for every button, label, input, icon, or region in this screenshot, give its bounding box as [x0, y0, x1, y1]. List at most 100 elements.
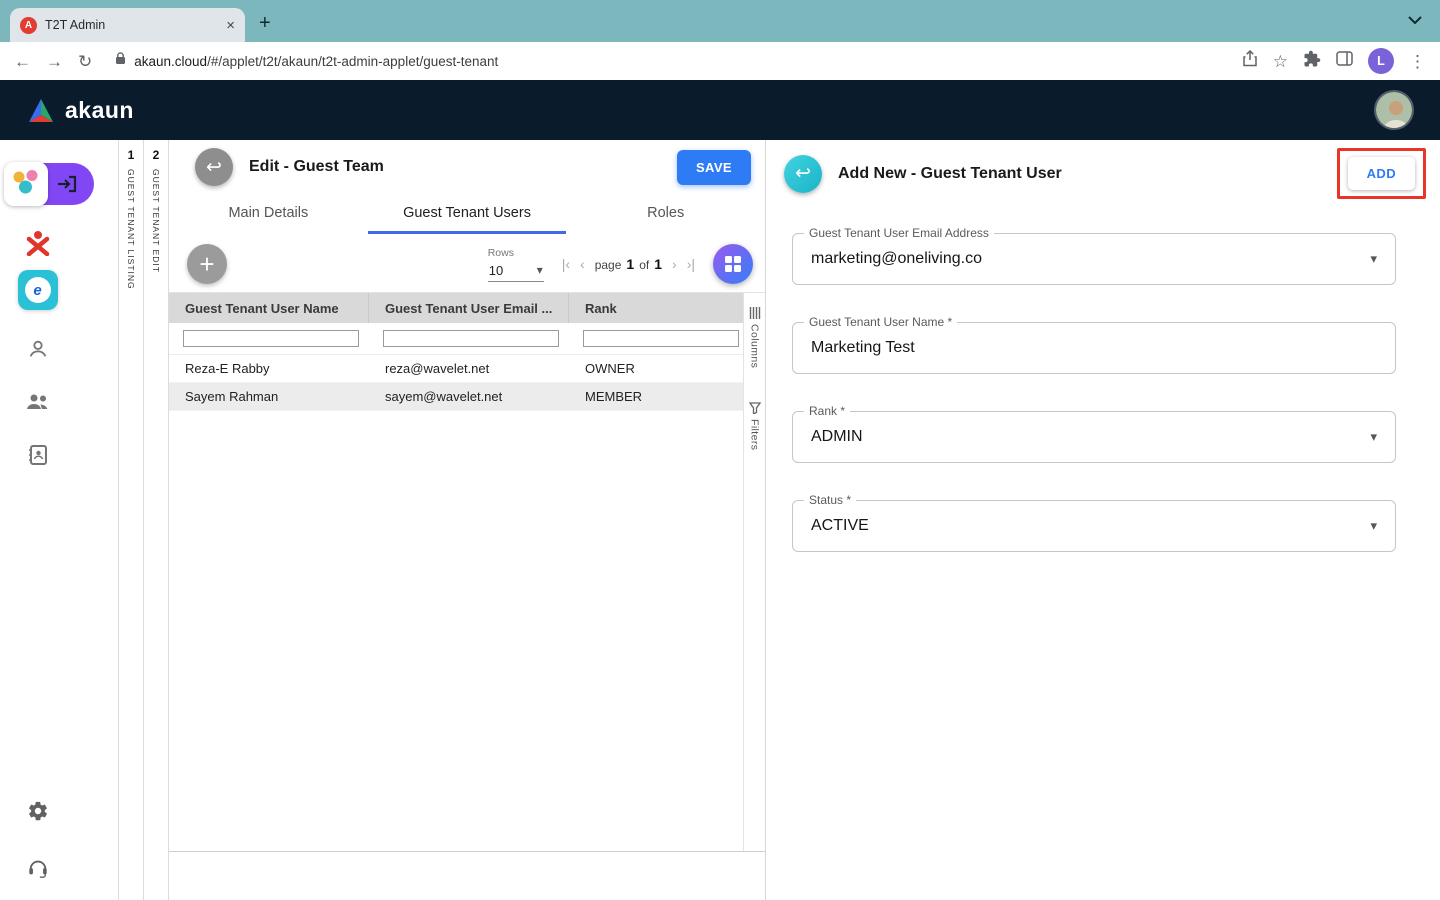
app-sidebar: e	[0, 140, 75, 900]
panel-title: Add New - Guest Tenant User	[838, 165, 1062, 183]
browser-profile-avatar[interactable]: L	[1368, 48, 1394, 74]
columns-icon	[749, 307, 761, 319]
filters-tool[interactable]: Filters	[749, 402, 761, 450]
bookmark-star-icon[interactable]: ☆	[1273, 53, 1288, 70]
field-label: Guest Tenant User Email Address	[804, 226, 994, 240]
url-path: /#/applet/t2t/akaun/t2t-admin-applet/gue…	[207, 54, 498, 69]
table-row[interactable]: Reza-E Rabby reza@wavelet.net OWNER	[169, 355, 743, 383]
workspace-tab-label: GUEST TENANT LISTING	[126, 169, 136, 290]
back-button[interactable]: ↩	[784, 155, 822, 193]
tab-guest-tenant-users[interactable]: Guest Tenant Users	[368, 196, 567, 234]
chevron-down-icon[interactable]: ▾	[1370, 429, 1377, 445]
rows-label: Rows	[488, 247, 544, 259]
book-icon	[28, 444, 48, 466]
tab-main-details[interactable]: Main Details	[169, 196, 368, 234]
cell-user-email: reza@wavelet.net	[369, 361, 569, 376]
user-name-field[interactable]: Guest Tenant User Name * Marketing Test	[792, 322, 1396, 374]
browser-tab-strip: A T2T Admin × +	[0, 0, 1440, 42]
status-field[interactable]: Status * ACTIVE ▾	[792, 500, 1396, 552]
sidebar-item-ledger[interactable]	[28, 444, 48, 466]
cell-user-rank: OWNER	[569, 361, 743, 376]
next-page-button[interactable]: ›	[672, 256, 677, 272]
field-label: Guest Tenant User Name *	[804, 315, 957, 329]
workspace-tab-number: 2	[153, 148, 160, 162]
panel-title: Edit - Guest Team	[249, 158, 384, 176]
add-guest-tenant-user-panel: ↩ Add New - Guest Tenant User ADD Guest …	[766, 140, 1440, 900]
chevron-down-icon[interactable]: ▾	[1370, 251, 1377, 267]
people-group-icon	[4, 162, 48, 206]
workspace-tab-guest-tenant-listing[interactable]: 1 GUEST TENANT LISTING	[118, 140, 143, 900]
filter-input-email[interactable]	[383, 330, 559, 347]
filter-input-rank[interactable]	[583, 330, 739, 347]
tab-search-chevron-icon[interactable]	[1408, 11, 1422, 29]
cell-user-email: sayem@wavelet.net	[369, 389, 569, 404]
filter-input-name[interactable]	[183, 330, 359, 347]
workspace-tab-number: 1	[128, 148, 135, 162]
tab-roles[interactable]: Roles	[566, 196, 765, 234]
sidebar-item-guest-tenant-active[interactable]	[4, 162, 94, 206]
cell-user-name: Reza-E Rabby	[169, 361, 369, 376]
table-row[interactable]: Sayem Rahman sayem@wavelet.net MEMBER	[169, 383, 743, 411]
cell-user-rank: MEMBER	[569, 389, 743, 404]
grid-view-button[interactable]	[713, 244, 753, 284]
prev-page-button[interactable]: ‹	[580, 256, 585, 272]
logo-text: akaun	[65, 97, 134, 124]
edit-panel-tabs: Main Details Guest Tenant Users Roles	[169, 196, 765, 234]
field-value: Marketing Test	[811, 339, 915, 357]
add-button[interactable]: ADD	[1348, 157, 1415, 190]
tab-favicon-icon: A	[20, 17, 37, 34]
forward-icon[interactable]: →	[46, 53, 63, 70]
new-tab-button[interactable]: +	[259, 13, 271, 33]
sign-in-icon	[40, 163, 94, 205]
people-icon	[26, 392, 50, 412]
email-address-field[interactable]: Guest Tenant User Email Address marketin…	[792, 233, 1396, 285]
field-value: ADMIN	[811, 428, 863, 446]
filter-funnel-icon	[749, 402, 761, 414]
cell-user-name: Sayem Rahman	[169, 389, 369, 404]
sidebar-item-red-applet[interactable]	[25, 230, 51, 256]
workspace-tab-guest-tenant-edit[interactable]: 2 GUEST TENANT EDIT	[143, 140, 168, 900]
akaun-logo: akaun	[26, 97, 134, 124]
field-label: Status *	[804, 493, 856, 507]
support-headset-icon[interactable]	[27, 857, 49, 884]
reload-icon[interactable]: ↻	[78, 53, 92, 70]
person-icon	[27, 338, 49, 360]
extensions-puzzle-icon[interactable]	[1303, 50, 1321, 73]
add-row-button[interactable]: +	[187, 244, 227, 284]
back-icon[interactable]: ←	[14, 53, 31, 70]
user-avatar[interactable]	[1374, 90, 1414, 130]
sidebar-item-t2t-admin-applet[interactable]: e	[18, 270, 58, 310]
settings-gear-icon[interactable]	[27, 800, 49, 827]
url-domain: akaun.cloud	[134, 54, 207, 69]
rows-per-page-select[interactable]: 10 ▾	[488, 261, 544, 282]
back-button[interactable]: ↩	[195, 148, 233, 186]
save-button[interactable]: SAVE	[677, 150, 751, 185]
akaun-triangle-icon	[26, 98, 56, 123]
table-filter-row	[169, 323, 743, 355]
chevron-down-icon[interactable]: ▾	[1370, 518, 1377, 534]
lock-icon	[115, 52, 126, 70]
table-header-row: Guest Tenant User Name Guest Tenant User…	[169, 293, 743, 323]
browser-menu-kebab-icon[interactable]: ⋮	[1409, 53, 1426, 70]
last-page-button[interactable]: ›|	[687, 256, 695, 272]
sidebar-item-user[interactable]	[27, 338, 49, 360]
share-icon[interactable]	[1242, 50, 1258, 72]
workspace-tab-label: GUEST TENANT EDIT	[151, 169, 161, 273]
browser-nav-bar: ← → ↻ akaun.cloud/#/applet/t2t/akaun/t2t…	[0, 42, 1440, 80]
side-panel-icon[interactable]	[1336, 51, 1353, 71]
browser-tab[interactable]: A T2T Admin ×	[10, 8, 245, 42]
first-page-button[interactable]: |‹	[562, 256, 570, 272]
columns-tool[interactable]: Columns	[749, 307, 761, 368]
rank-field[interactable]: Rank * ADMIN ▾	[792, 411, 1396, 463]
tab-close-icon[interactable]: ×	[226, 17, 235, 34]
column-header-email[interactable]: Guest Tenant User Email ...	[369, 293, 569, 323]
url-bar[interactable]: akaun.cloud/#/applet/t2t/akaun/t2t-admin…	[107, 52, 1227, 70]
table-side-tools: Columns Filters	[744, 293, 765, 851]
guest-tenant-users-table: Guest Tenant User Name Guest Tenant User…	[169, 293, 744, 851]
column-header-name[interactable]: Guest Tenant User Name	[169, 293, 369, 323]
grid-icon	[725, 256, 742, 273]
app-header: akaun	[0, 80, 1440, 140]
sidebar-item-people[interactable]	[26, 392, 50, 412]
field-value: marketing@oneliving.co	[811, 250, 982, 268]
column-header-rank[interactable]: Rank	[569, 293, 743, 323]
